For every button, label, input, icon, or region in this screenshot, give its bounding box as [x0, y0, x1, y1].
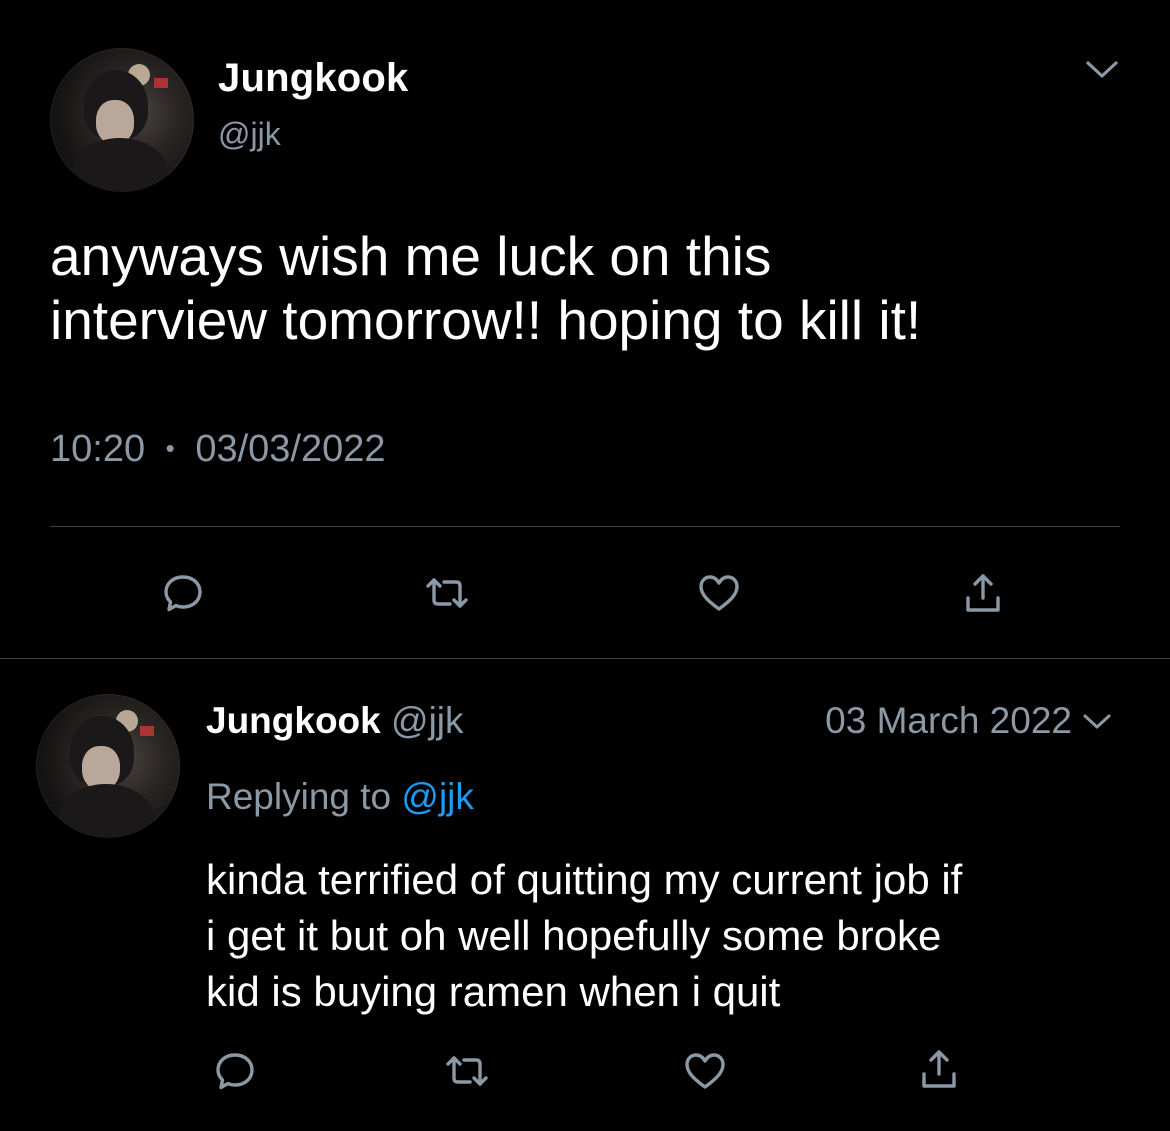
display-name[interactable]: Jungkook [218, 56, 409, 101]
tweet-text-line: interview tomorrow!! hoping to kill it! [50, 289, 922, 351]
tweet-text-line: kinda terrified of quitting my current j… [206, 856, 963, 903]
share-icon[interactable] [960, 570, 1006, 616]
user-handle[interactable]: @jjk [391, 700, 464, 741]
tweet-text: kinda terrified of quitting my current j… [206, 852, 1146, 1020]
divider [0, 658, 1170, 659]
reply-author[interactable]: Jungkook @jjk [206, 700, 464, 742]
reply-date[interactable]: 03 March 2022 [825, 700, 1072, 742]
display-name[interactable]: Jungkook [206, 700, 381, 741]
replying-label: Replying to [206, 776, 392, 817]
tweet-time: 10:20 [50, 428, 146, 470]
retweet-icon[interactable] [424, 570, 470, 616]
retweet-icon[interactable] [444, 1048, 490, 1094]
tweet-date: 03/03/2022 [195, 428, 386, 470]
user-handle[interactable]: @jjk [218, 116, 281, 153]
avatar[interactable] [36, 694, 180, 838]
reply-icon[interactable] [212, 1048, 258, 1094]
meta-separator: • [165, 433, 175, 463]
like-icon[interactable] [696, 570, 742, 616]
share-icon[interactable] [916, 1046, 962, 1092]
chevron-down-icon[interactable] [1084, 52, 1120, 88]
tweet-text: anyways wish me luck on this interview t… [50, 224, 1120, 352]
replying-handle-link[interactable]: @jjk [401, 776, 474, 817]
replying-to: Replying to @jjk [206, 776, 474, 818]
like-icon[interactable] [682, 1048, 728, 1094]
tweet-text-line: i get it but oh well hopefully some brok… [206, 912, 942, 959]
tweet-timestamp[interactable]: 10:20 • 03/03/2022 [50, 428, 386, 471]
chevron-down-icon[interactable] [1080, 704, 1114, 738]
tweet-text-line: anyways wish me luck on this [50, 225, 772, 287]
tweet-text-line: kid is buying ramen when i quit [206, 968, 781, 1015]
divider [50, 526, 1120, 527]
reply-icon[interactable] [160, 570, 206, 616]
avatar[interactable] [50, 48, 194, 192]
